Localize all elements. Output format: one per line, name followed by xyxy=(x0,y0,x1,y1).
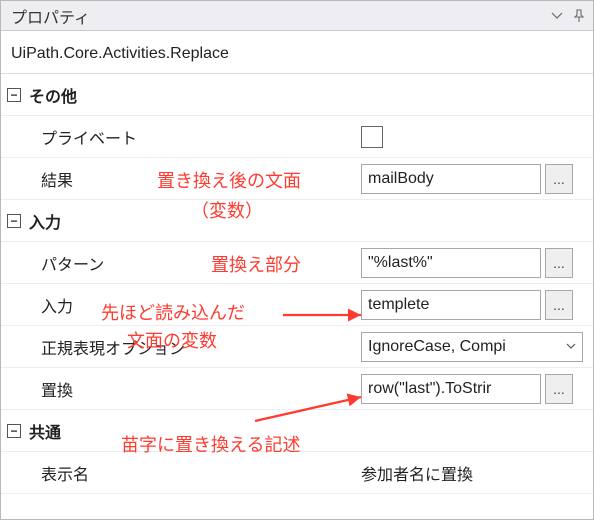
collapse-icon[interactable]: − xyxy=(7,88,21,102)
label-input: 入力 xyxy=(41,293,73,317)
label-result: 結果 xyxy=(41,167,73,191)
panel-title: プロパティ xyxy=(11,4,543,28)
pin-icon[interactable] xyxy=(571,8,587,24)
regex-option-value: IgnoreCase, Compi xyxy=(368,338,506,356)
pattern-input[interactable] xyxy=(361,248,541,278)
activity-type: UiPath.Core.Activities.Replace xyxy=(1,31,593,74)
label-pattern: パターン xyxy=(41,251,104,275)
display-name-value: 参加者名に置換 xyxy=(361,461,473,485)
label-display-name: 表示名 xyxy=(41,461,89,485)
label-replace: 置換 xyxy=(41,377,73,401)
property-grid: − その他 プライベート 結果 ... − 入力 xyxy=(1,74,593,494)
group-label: その他 xyxy=(29,83,77,107)
result-input[interactable] xyxy=(361,164,541,194)
panel-titlebar: プロパティ xyxy=(1,1,593,31)
group-label: 共通 xyxy=(29,419,61,443)
row-display-name: 表示名 参加者名に置換 xyxy=(1,452,593,494)
group-common[interactable]: − 共通 xyxy=(1,410,593,452)
group-label: 入力 xyxy=(29,209,61,233)
replace-browse-button[interactable]: ... xyxy=(545,374,573,404)
properties-panel: プロパティ UiPath.Core.Activities.Replace − そ… xyxy=(0,0,594,520)
dropdown-icon[interactable] xyxy=(549,8,565,24)
row-replace: 置換 ... xyxy=(1,368,593,410)
pattern-browse-button[interactable]: ... xyxy=(545,248,573,278)
input-input[interactable] xyxy=(361,290,541,320)
regex-option-dropdown[interactable]: IgnoreCase, Compi xyxy=(361,332,583,362)
chevron-down-icon xyxy=(566,340,576,354)
row-result: 結果 ... xyxy=(1,158,593,200)
group-input[interactable]: − 入力 xyxy=(1,200,593,242)
row-pattern: パターン ... xyxy=(1,242,593,284)
label-private: プライベート xyxy=(41,125,137,149)
row-input: 入力 ... xyxy=(1,284,593,326)
group-misc[interactable]: − その他 xyxy=(1,74,593,116)
private-checkbox[interactable] xyxy=(361,126,383,148)
result-browse-button[interactable]: ... xyxy=(545,164,573,194)
input-browse-button[interactable]: ... xyxy=(545,290,573,320)
row-private: プライベート xyxy=(1,116,593,158)
label-regex-option: 正規表現オプション xyxy=(41,335,185,359)
replace-input[interactable] xyxy=(361,374,541,404)
collapse-icon[interactable]: − xyxy=(7,214,21,228)
collapse-icon[interactable]: − xyxy=(7,424,21,438)
row-regex-option: 正規表現オプション IgnoreCase, Compi xyxy=(1,326,593,368)
